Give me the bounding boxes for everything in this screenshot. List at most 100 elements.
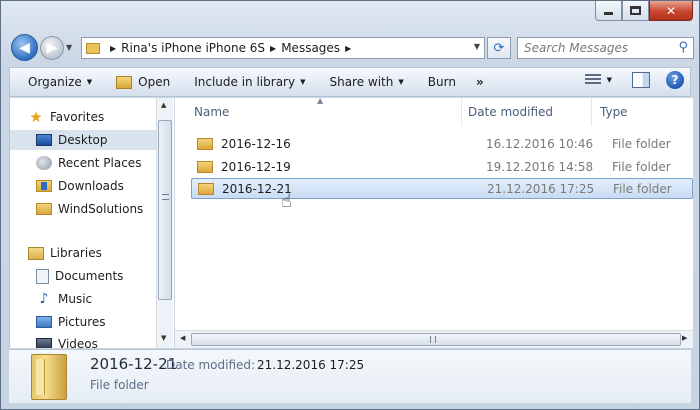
breadcrumb-messages[interactable]: Messages	[281, 41, 340, 55]
grip-icon	[430, 336, 436, 343]
file-type: File folder	[612, 136, 671, 151]
forward-button[interactable]: ▶	[40, 36, 64, 60]
address-bar[interactable]: ▶ Rina's iPhone iPhone 6S ▶ Messages ▶ ▼	[81, 37, 485, 59]
horizontal-scroll-thumb[interactable]	[191, 333, 681, 346]
column-headers: ▲ Name Date modified Type	[175, 98, 693, 126]
folder-icon	[31, 354, 67, 400]
search-input[interactable]	[518, 41, 668, 55]
back-button[interactable]: ◀	[11, 34, 38, 61]
sidebar-item-libraries[interactable]: Libraries	[10, 243, 102, 263]
search-box[interactable]: ⚲	[517, 37, 694, 59]
folder-icon	[197, 160, 213, 173]
details-item-name: 2016-12-21	[90, 355, 178, 373]
table-row[interactable]: 2016-12-16 16.12.2016 10:46 File folder	[191, 133, 693, 154]
scroll-right-icon[interactable]: ▶	[682, 334, 687, 342]
scroll-up-icon[interactable]: ▲	[161, 101, 166, 109]
more-commands-button[interactable]: »	[468, 75, 492, 89]
open-button[interactable]: Open	[104, 75, 182, 89]
help-icon[interactable]: ?	[666, 71, 684, 89]
grip-icon	[162, 194, 169, 200]
caption-buttons: ✕	[595, 1, 693, 21]
file-name: 2016-12-19	[221, 159, 291, 174]
table-row[interactable]: 2016-12-19 19.12.2016 14:58 File folder	[191, 156, 693, 177]
scroll-left-icon[interactable]: ◀	[180, 334, 185, 342]
maximize-button[interactable]	[622, 1, 649, 21]
sidebar-item-label: Documents	[55, 269, 124, 283]
search-icon[interactable]: ⚲	[678, 40, 688, 55]
sidebar-item-label: Recent Places	[58, 156, 142, 170]
breadcrumb-arrow-icon[interactable]: ▶	[345, 44, 351, 53]
refresh-button[interactable]: ⟳	[487, 37, 511, 59]
sidebar-item-favorites[interactable]: ★ Favorites	[10, 107, 104, 127]
share-with-label: Share with	[329, 75, 394, 89]
sidebar-item-recent-places[interactable]: Recent Places	[10, 153, 141, 173]
explorer-window: ✕ ◀ ▶ ▼ ▶ Rina's iPhone iPhone 6S ▶ Mess…	[0, 0, 700, 410]
maximize-icon	[630, 6, 641, 15]
sidebar-item-downloads[interactable]: Downloads	[10, 176, 124, 196]
sidebar-item-pictures[interactable]: Pictures	[10, 312, 106, 332]
column-header-name[interactable]: ▲ Name	[175, 98, 462, 126]
organize-label: Organize	[28, 75, 82, 89]
navigation-bar: ◀ ▶ ▼ ▶ Rina's iPhone iPhone 6S ▶ Messag…	[9, 32, 694, 62]
include-in-library-button[interactable]: Include in library ▼	[182, 75, 317, 89]
minimize-icon	[604, 12, 613, 15]
column-header-label: Type	[600, 105, 628, 119]
recent-places-icon	[36, 156, 52, 170]
details-date-label: Date modified:	[166, 358, 256, 372]
close-button[interactable]: ✕	[649, 1, 693, 21]
burn-label: Burn	[427, 75, 456, 89]
details-pane: 2016-12-21 Date modified: 21.12.2016 17:…	[9, 349, 691, 403]
details-item-type: File folder	[90, 378, 149, 392]
breadcrumb-arrow-icon[interactable]: ▶	[270, 44, 276, 53]
pictures-icon	[36, 316, 52, 328]
libraries-icon	[28, 246, 44, 260]
share-with-button[interactable]: Share with ▼	[317, 75, 415, 89]
sidebar-item-label: Desktop	[58, 133, 108, 147]
sidebar-item-windsolutions[interactable]: WindSolutions	[10, 199, 143, 219]
change-view-icon[interactable]	[584, 74, 601, 86]
command-bar: Organize ▼ Open Include in library ▼ Share…	[9, 67, 691, 97]
file-date: 21.12.2016 17:25	[487, 181, 595, 196]
chevron-down-icon[interactable]: ▼	[607, 76, 612, 84]
sidebar-scroll-thumb[interactable]	[158, 120, 172, 300]
scroll-down-icon[interactable]: ▼	[161, 334, 166, 342]
file-list: ▲ Name Date modified Type 2016-12-16 16.…	[175, 98, 693, 348]
burn-button[interactable]: Burn	[416, 75, 468, 89]
breadcrumb-arrow-icon[interactable]: ▶	[110, 44, 116, 53]
sidebar-item-label: Favorites	[50, 110, 105, 124]
organize-button[interactable]: Organize ▼	[16, 75, 104, 89]
downloads-icon	[36, 180, 52, 192]
details-date-value: 21.12.2016 17:25	[257, 358, 365, 372]
sidebar-item-label: WindSolutions	[58, 202, 144, 216]
open-folder-icon	[116, 75, 133, 89]
sidebar-item-label: Pictures	[58, 315, 106, 329]
sidebar-scrollbar[interactable]: ▲ ▼	[156, 98, 173, 348]
preview-pane-icon[interactable]	[632, 72, 650, 88]
address-dropdown-icon[interactable]: ▼	[474, 42, 480, 51]
column-header-type[interactable]: Type	[592, 98, 693, 126]
sidebar-item-videos[interactable]: Videos	[10, 334, 98, 348]
videos-icon	[36, 338, 52, 348]
file-type: File folder	[612, 159, 671, 174]
folder-icon	[86, 42, 100, 54]
include-in-library-label: Include in library	[194, 75, 296, 89]
sort-ascending-icon: ▲	[317, 98, 324, 105]
file-date: 19.12.2016 14:58	[486, 159, 594, 174]
minimize-button[interactable]	[595, 1, 622, 21]
sidebar-item-desktop[interactable]: Desktop	[10, 130, 160, 150]
desktop-icon	[36, 134, 52, 146]
sidebar-item-label: Libraries	[50, 246, 102, 260]
file-type: File folder	[613, 181, 672, 196]
sidebar-item-documents[interactable]: Documents	[10, 266, 123, 286]
sidebar-item-music[interactable]: ♪ Music	[10, 289, 93, 309]
column-header-date-modified[interactable]: Date modified	[462, 98, 592, 126]
breadcrumb-device[interactable]: Rina's iPhone iPhone 6S	[121, 41, 265, 55]
chevron-down-icon: ▼	[398, 78, 404, 86]
horizontal-scrollbar[interactable]: ◀ ▶	[175, 330, 693, 348]
sidebar-item-label: Music	[58, 292, 93, 306]
recent-pages-dropdown[interactable]: ▼	[66, 43, 72, 52]
chevron-down-icon: ▼	[86, 78, 93, 86]
sidebar-item-label: Videos	[58, 337, 98, 348]
table-row-selected[interactable]: 2016-12-21 21.12.2016 17:25 File folder	[191, 178, 693, 199]
music-icon: ♪	[39, 291, 49, 307]
